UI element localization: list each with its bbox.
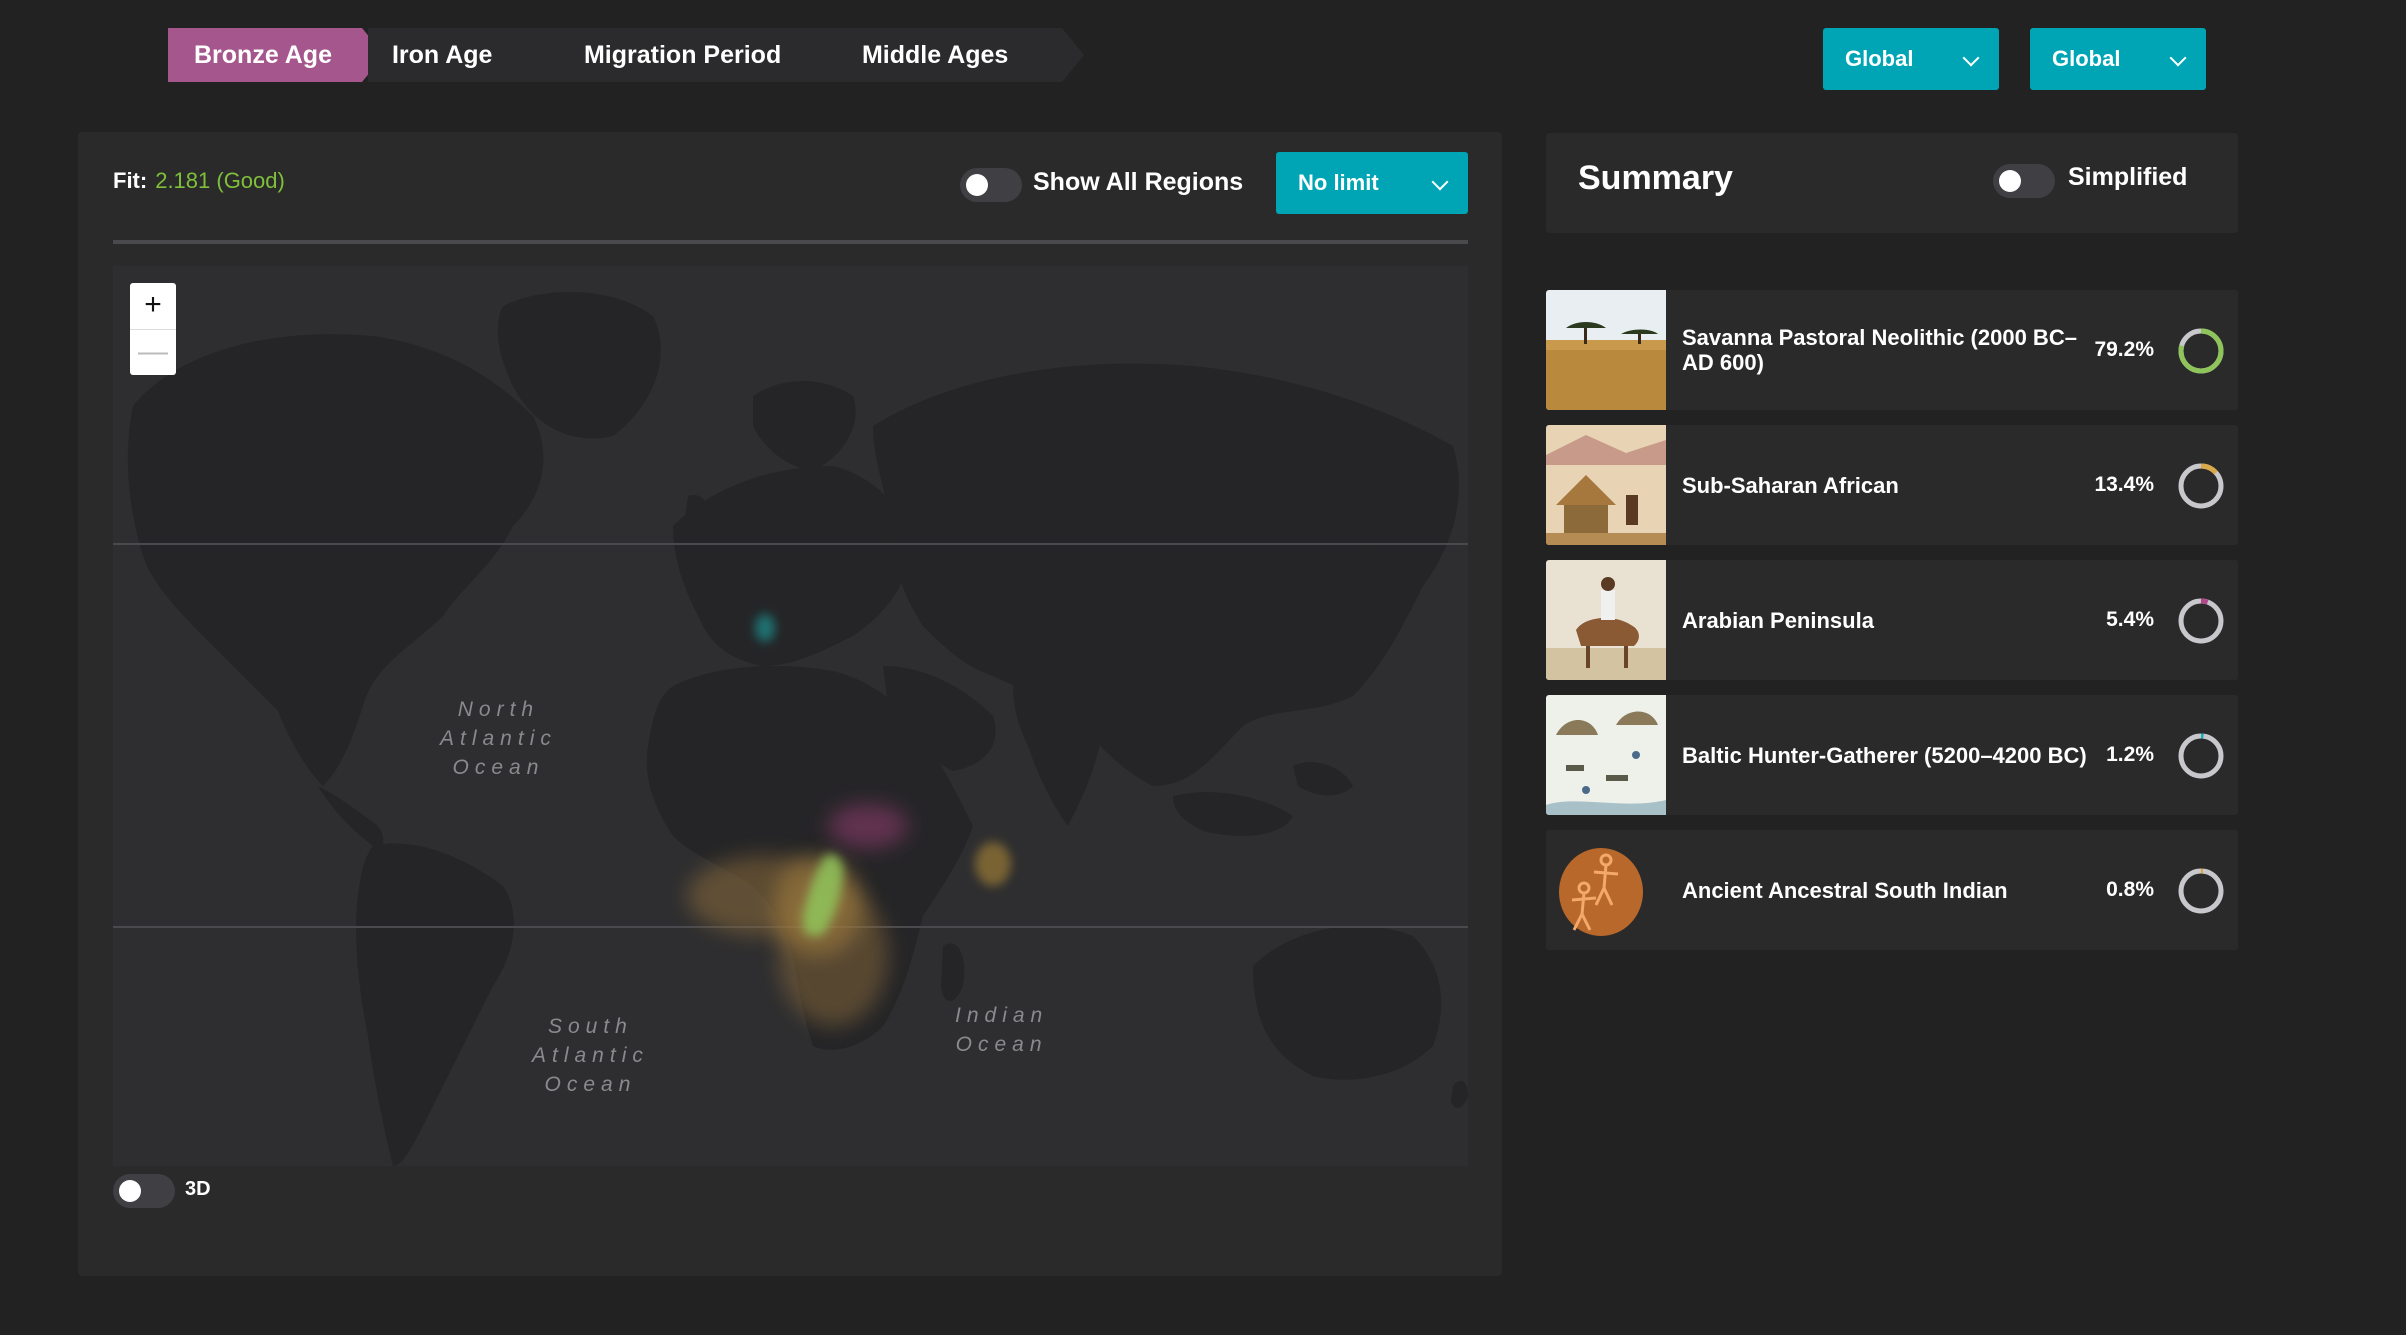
- label-south-atlantic: South Atlantic Ocean: [532, 1012, 649, 1099]
- zoom-in-button[interactable]: +: [130, 283, 176, 329]
- percent-ring-icon: [2178, 598, 2224, 644]
- simplified-toggle[interactable]: [1993, 164, 2055, 198]
- ancestry-image-baltic: [1546, 695, 1666, 815]
- ocean-word: Ocean: [955, 1033, 1048, 1056]
- ocean-word: Atlantic: [532, 1044, 649, 1067]
- ancestry-name: Sub-Saharan African: [1682, 472, 1899, 498]
- fit-label: Fit:: [113, 168, 148, 193]
- ancestry-name: Baltic Hunter-Gatherer (5200–4200 BC): [1682, 742, 2087, 768]
- ocean-word: Atlantic: [440, 727, 557, 750]
- ocean-word: North: [457, 698, 540, 721]
- tab-middle-ages[interactable]: Middle Ages: [833, 28, 1084, 82]
- zoom-control: + —: [130, 283, 176, 375]
- tab-bronze-age[interactable]: Bronze Age: [168, 28, 384, 82]
- ancestry-name: Savanna Pastoral Neolithic (2000 BC–AD 6…: [1682, 325, 2077, 375]
- landmasses: [127, 292, 1468, 1166]
- summary-title: Summary: [1578, 159, 1733, 197]
- ancestry-percent: 0.8%: [2106, 878, 2154, 901]
- fit-score: Fit: 2.181 (Good): [113, 168, 285, 194]
- zoom-out-button[interactable]: —: [130, 329, 176, 376]
- region-baltic: [755, 614, 775, 642]
- ancestry-image-arabian: [1546, 560, 1666, 680]
- ancestry-percent: 5.4%: [2106, 608, 2154, 631]
- show-all-regions-toggle[interactable]: [960, 168, 1022, 202]
- percent-ring-icon: [2178, 463, 2224, 509]
- ancestry-item[interactable]: Ancient Ancestral South Indian 0.8%: [1546, 830, 2238, 950]
- divider: [113, 240, 1468, 244]
- percent-ring-icon: [2178, 733, 2224, 779]
- ancestry-name: Ancient Ancestral South Indian: [1682, 877, 2008, 903]
- ancestry-image-savanna: [1546, 290, 1666, 410]
- fit-value: 2.181 (Good): [155, 168, 285, 193]
- world-map[interactable]: [113, 266, 1468, 1166]
- limit-select-value: No limit: [1298, 170, 1379, 195]
- chevron-down-icon: [1962, 49, 1980, 67]
- 3d-toggle[interactable]: [113, 1174, 175, 1208]
- ancestry-item[interactable]: Arabian Peninsula 5.4%: [1546, 560, 2238, 680]
- ancestry-image-sub-saharan: [1546, 425, 1666, 545]
- label-north-atlantic: North Atlantic Ocean: [440, 695, 557, 782]
- ancestry-image-south-indian: [1546, 830, 1666, 950]
- ocean-word: Indian: [955, 1004, 1049, 1027]
- label-indian-ocean: Indian Ocean: [955, 1001, 1048, 1059]
- region-arabian: [828, 804, 908, 848]
- ancestry-name: Arabian Peninsula: [1682, 607, 1874, 633]
- ancestry-percent: 1.2%: [2106, 743, 2154, 766]
- ancestry-percent: 13.4%: [2094, 473, 2154, 496]
- ancestry-item[interactable]: Savanna Pastoral Neolithic (2000 BC–AD 6…: [1546, 290, 2238, 410]
- region-select-1[interactable]: Global: [1823, 28, 1999, 90]
- chevron-down-icon: [2169, 49, 2187, 67]
- limit-select[interactable]: No limit: [1276, 152, 1468, 214]
- tab-migration-period[interactable]: Migration Period: [555, 28, 856, 82]
- chevron-down-icon: [1431, 173, 1449, 191]
- era-tabs: Bronze Age Iron Age Migration Period Mid…: [168, 28, 1090, 82]
- 3d-label: 3D: [185, 1178, 211, 1200]
- map-canvas: [113, 292, 1468, 1166]
- simplified-label: Simplified: [2068, 163, 2188, 191]
- ocean-word: Ocean: [544, 1073, 637, 1096]
- tab-iron-age[interactable]: Iron Age: [367, 28, 578, 82]
- region-south-indian: [975, 842, 1011, 886]
- percent-ring-icon: [2178, 328, 2224, 374]
- ancestry-percent: 79.2%: [2094, 338, 2154, 361]
- show-all-regions-label: Show All Regions: [1033, 168, 1244, 196]
- region-select-2[interactable]: Global: [2030, 28, 2206, 90]
- ocean-word: South: [547, 1015, 633, 1038]
- ancestry-item[interactable]: Sub-Saharan African 13.4%: [1546, 425, 2238, 545]
- ocean-word: Ocean: [452, 756, 545, 779]
- ancestry-item[interactable]: Baltic Hunter-Gatherer (5200–4200 BC) 1.…: [1546, 695, 2238, 815]
- percent-ring-icon: [2178, 868, 2224, 914]
- region-select-1-value: Global: [1845, 46, 1914, 71]
- region-select-2-value: Global: [2052, 46, 2121, 71]
